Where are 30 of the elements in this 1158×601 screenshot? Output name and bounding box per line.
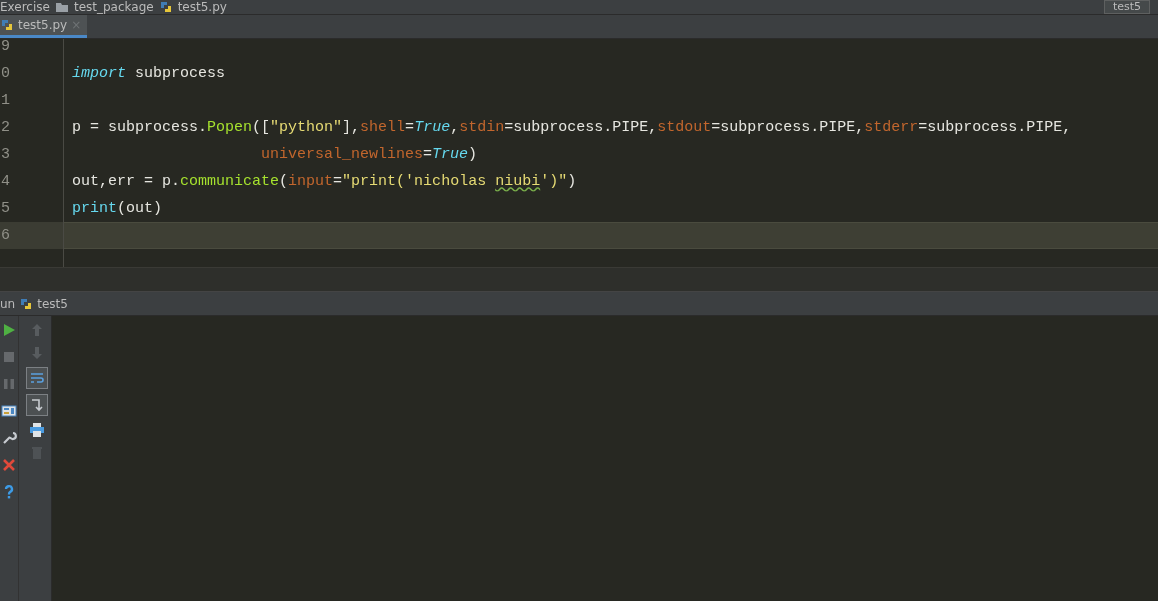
code-line: import subprocess: [72, 65, 226, 82]
code-line: print(out): [72, 200, 163, 217]
editor-tab[interactable]: test5.py ×: [0, 15, 88, 38]
line-number: 1: [0, 91, 11, 111]
breadcrumb[interactable]: test_package: [73, 0, 154, 14]
code-line: p = subprocess.Popen(["python"],shell=True,stdin=subprocess.PIPE,stdout=subprocess.PIPE,stderr=subprocess.PIPE,: [72, 119, 1072, 136]
code-line: universal_newlines=True): [261, 146, 478, 163]
breadcrumb[interactable]: Exercise: [0, 0, 50, 14]
tab-label: test5.py: [18, 18, 68, 32]
python-file-icon: [19, 296, 34, 311]
layout-icon[interactable]: [0, 402, 18, 420]
panel-title: un: [0, 296, 16, 311]
run-config-dropdown[interactable]: test5: [1103, 0, 1150, 14]
line-number: 2: [0, 118, 11, 138]
line-number: 9: [0, 39, 11, 57]
breadcrumb[interactable]: test5.py: [177, 0, 227, 14]
line-number: 0: [0, 64, 11, 84]
scroll-to-end-icon[interactable]: [26, 394, 48, 416]
python-file-icon: [0, 18, 14, 32]
line-number: 3: [0, 145, 11, 165]
line-number: 6: [0, 222, 63, 249]
folder-icon: [54, 1, 69, 13]
code-line: out,err = p.communicate(input="print('nicholas niubi')"): [72, 173, 577, 190]
python-file-icon: [158, 0, 173, 14]
soft-wrap-icon[interactable]: [26, 367, 48, 389]
code-editor[interactable]: [0, 39, 1158, 268]
printer-icon[interactable]: [28, 421, 46, 439]
line-number: 5: [0, 199, 11, 219]
run-tab[interactable]: test5: [37, 296, 68, 311]
line-number: 4: [0, 172, 11, 192]
